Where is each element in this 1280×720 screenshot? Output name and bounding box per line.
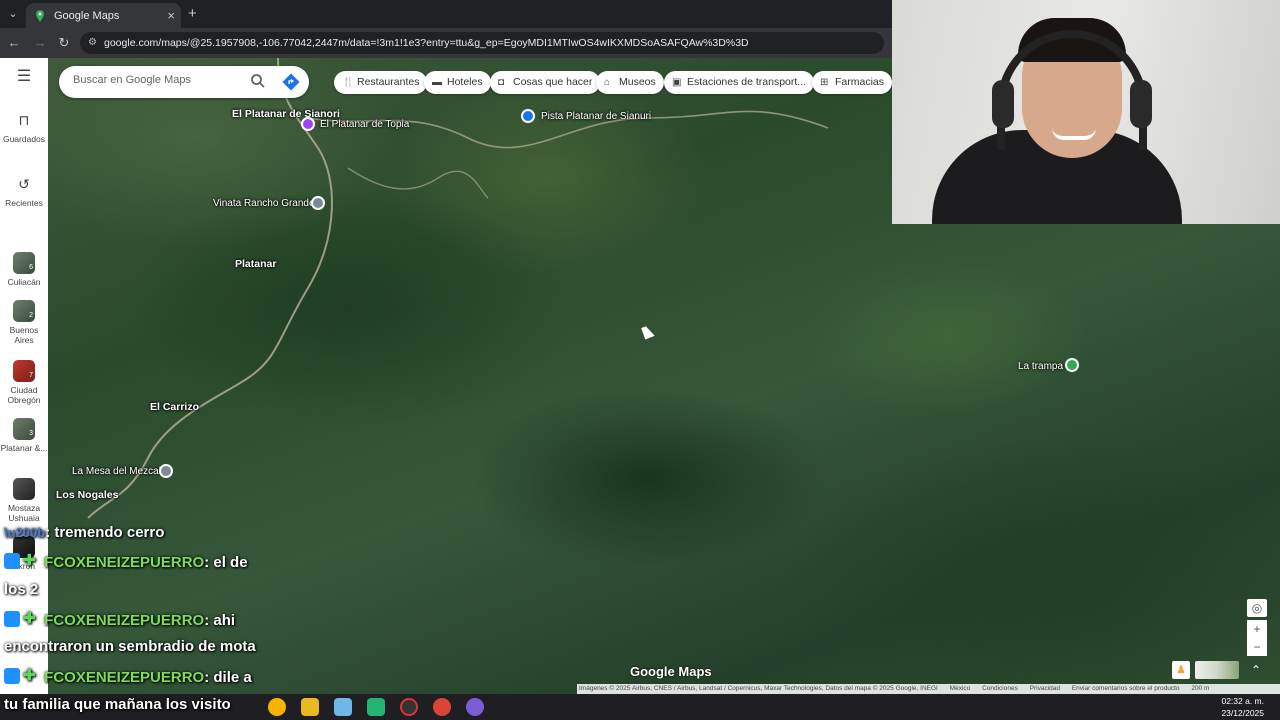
place-pin-icon[interactable]	[159, 464, 173, 478]
place-platanar[interactable]: Platanar	[235, 258, 276, 270]
browser-tabbar: ⌄ Google Maps × +	[0, 0, 892, 28]
history-icon: ↺	[18, 176, 30, 192]
park-pin-icon[interactable]	[1065, 358, 1079, 372]
stream-chat-overlay: \u200b: tremendo cerro ✚ FCOXENEIZEPUERR…	[0, 520, 300, 720]
place-los-nogales[interactable]: Los Nogales	[56, 489, 118, 501]
chat-line: encontraron un sembradio de mota	[4, 638, 256, 655]
forward-icon[interactable]: →	[32, 35, 48, 51]
link-feedback[interactable]: Enviar comentarios sobre el producto	[1072, 685, 1180, 692]
app-taskbar-icon[interactable]	[367, 698, 385, 716]
airport-pin-icon[interactable]	[521, 109, 535, 123]
system-clock[interactable]: 02:32 a. m. 23/12/2025	[1221, 695, 1264, 719]
chat-line: los 2	[4, 581, 39, 598]
new-tab-icon[interactable]: +	[188, 5, 197, 22]
app-taskbar-icon[interactable]	[466, 698, 484, 716]
place-el-platanar-topia[interactable]: El Platanar de Topia	[320, 119, 409, 130]
museum-icon: ⌂	[604, 77, 611, 88]
place-el-carrizo[interactable]: El Carrizo	[150, 401, 199, 413]
webcam-overlay	[892, 0, 1280, 224]
chat-line: \u200b: tremendo cerro	[4, 524, 165, 541]
file-explorer-icon[interactable]	[301, 698, 319, 716]
address-bar[interactable]: ⚙ google.com/maps/@25.1957908,-106.77042…	[80, 32, 884, 54]
tab-search-icon[interactable]: ⌄	[4, 5, 22, 23]
chip-cosas-que-hacer[interactable]: ◘ Cosas que hacer	[490, 71, 601, 94]
chat-badges-icon: ✚	[4, 668, 40, 684]
close-tab-icon[interactable]: ×	[167, 8, 175, 23]
place-la-mesa-del-mezcal[interactable]: La Mesa del Mezcal	[72, 466, 161, 477]
chip-farmacias[interactable]: ⊞ Farmacias	[812, 71, 893, 94]
place-thumbnail	[13, 478, 35, 500]
place-pista-platanar[interactable]: Pista Platanar de Sianuri	[541, 111, 651, 122]
obs-taskbar-icon[interactable]	[400, 698, 418, 716]
chrome-taskbar-icon[interactable]	[268, 698, 286, 716]
headphone-right	[1130, 80, 1152, 128]
chat-line: ✚ FCOXENEIZEPUERRO: ahi	[4, 611, 235, 629]
app-taskbar-icon[interactable]	[334, 698, 352, 716]
chevron-up-icon[interactable]: ⌃	[1247, 661, 1265, 679]
sidebar-item-culiacan[interactable]: 6 Culiacán	[0, 252, 48, 287]
map-attribution: Imágenes © 2025 Airbus, CNES / Airbus, L…	[577, 684, 1280, 694]
zoom-out-button[interactable]: −	[1247, 638, 1267, 656]
my-location-icon[interactable]: ◎	[1247, 599, 1267, 617]
place-thumbnail: 3	[13, 418, 35, 440]
maps-search-input[interactable]	[73, 74, 243, 86]
chip-museos[interactable]: ⌂ Museos	[596, 71, 664, 94]
bed-icon: ▬	[432, 77, 442, 88]
tab-title: Google Maps	[54, 9, 120, 22]
link-privacidad[interactable]: Privacidad	[1030, 685, 1060, 692]
sidebar-item-buenos-aires[interactable]: 2 Buenos Aires	[0, 300, 48, 345]
webcam-person-smile	[1052, 128, 1096, 140]
link-condiciones[interactable]: Condiciones	[982, 685, 1018, 692]
chip-restaurantes[interactable]: 🍴 Restaurantes	[334, 71, 428, 94]
pharmacy-icon: ⊞	[820, 77, 829, 88]
place-thumbnail: 2	[13, 300, 35, 322]
chat-badges-icon: ✚	[4, 611, 40, 627]
chat-badges-icon: ✚	[4, 553, 40, 569]
menu-icon[interactable]: ☰	[0, 69, 48, 85]
site-info-icon[interactable]: ⚙	[88, 32, 97, 54]
zoom-in-button[interactable]: +	[1247, 620, 1267, 638]
reload-icon[interactable]: ↻	[56, 35, 72, 51]
directions-icon[interactable]	[282, 73, 300, 91]
sidebar-item-saved[interactable]: ⊓ Guardados	[0, 110, 48, 144]
layers-toggle[interactable]	[1195, 661, 1239, 679]
browser-tab-google-maps[interactable]: Google Maps ×	[26, 3, 181, 28]
link-mexico[interactable]: México	[950, 685, 971, 692]
place-thumbnail: 7	[13, 360, 35, 382]
chip-hoteles[interactable]: ▬ Hoteles	[424, 71, 491, 94]
browser-toolbar: ← → ↻ ⚙ google.com/maps/@25.1957908,-106…	[0, 28, 892, 58]
transit-icon: ▣	[672, 77, 682, 88]
place-vinata-rancho-grande[interactable]: Vinata Rancho Grande	[213, 198, 315, 209]
back-icon[interactable]: ←	[6, 35, 22, 51]
sidebar-item-platanar[interactable]: 3 Platanar &...	[0, 418, 48, 453]
google-maps-logo: Google Maps	[630, 664, 712, 679]
search-icon[interactable]	[250, 73, 266, 89]
place-thumbnail: 6	[13, 252, 35, 274]
bookmark-icon: ⊓	[18, 112, 30, 128]
street-view-pegman-icon[interactable]: ♟	[1172, 661, 1190, 679]
sidebar-item-recent[interactable]: ↺ Recientes	[0, 174, 48, 208]
headphone-left	[992, 80, 1014, 128]
google-maps-favicon-icon	[36, 9, 44, 22]
sidebar-item-ciudad-obregon[interactable]: 7 Ciudad Obregón	[0, 360, 48, 405]
screen: ⌄ Google Maps × + ← → ↻ ⚙ google.com/map…	[0, 0, 1280, 720]
chrome-taskbar-icon[interactable]	[433, 698, 451, 716]
map-scale[interactable]: 200 m	[1191, 685, 1209, 692]
place-pin-icon[interactable]	[311, 196, 325, 210]
camera-icon: ◘	[498, 77, 505, 88]
url-text: google.com/maps/@25.1957908,-106.77042,2…	[104, 37, 749, 49]
chat-line: tu familia que mañana los visito	[4, 696, 231, 713]
chip-estaciones[interactable]: ▣ Estaciones de transport...	[664, 71, 815, 94]
sidebar-item-mostaza[interactable]: Mostaza Ushuaia	[0, 478, 48, 523]
maps-search-box	[59, 66, 309, 98]
chat-line: ✚ FCOXENEIZEPUERRO: el de	[4, 553, 248, 571]
place-la-trampa[interactable]: La trampa	[1018, 361, 1063, 372]
fork-knife-icon: 🍴	[342, 77, 355, 88]
place-pin-icon[interactable]	[301, 117, 315, 131]
chat-line: ✚ FCOXENEIZEPUERRO: dile a	[4, 668, 252, 686]
